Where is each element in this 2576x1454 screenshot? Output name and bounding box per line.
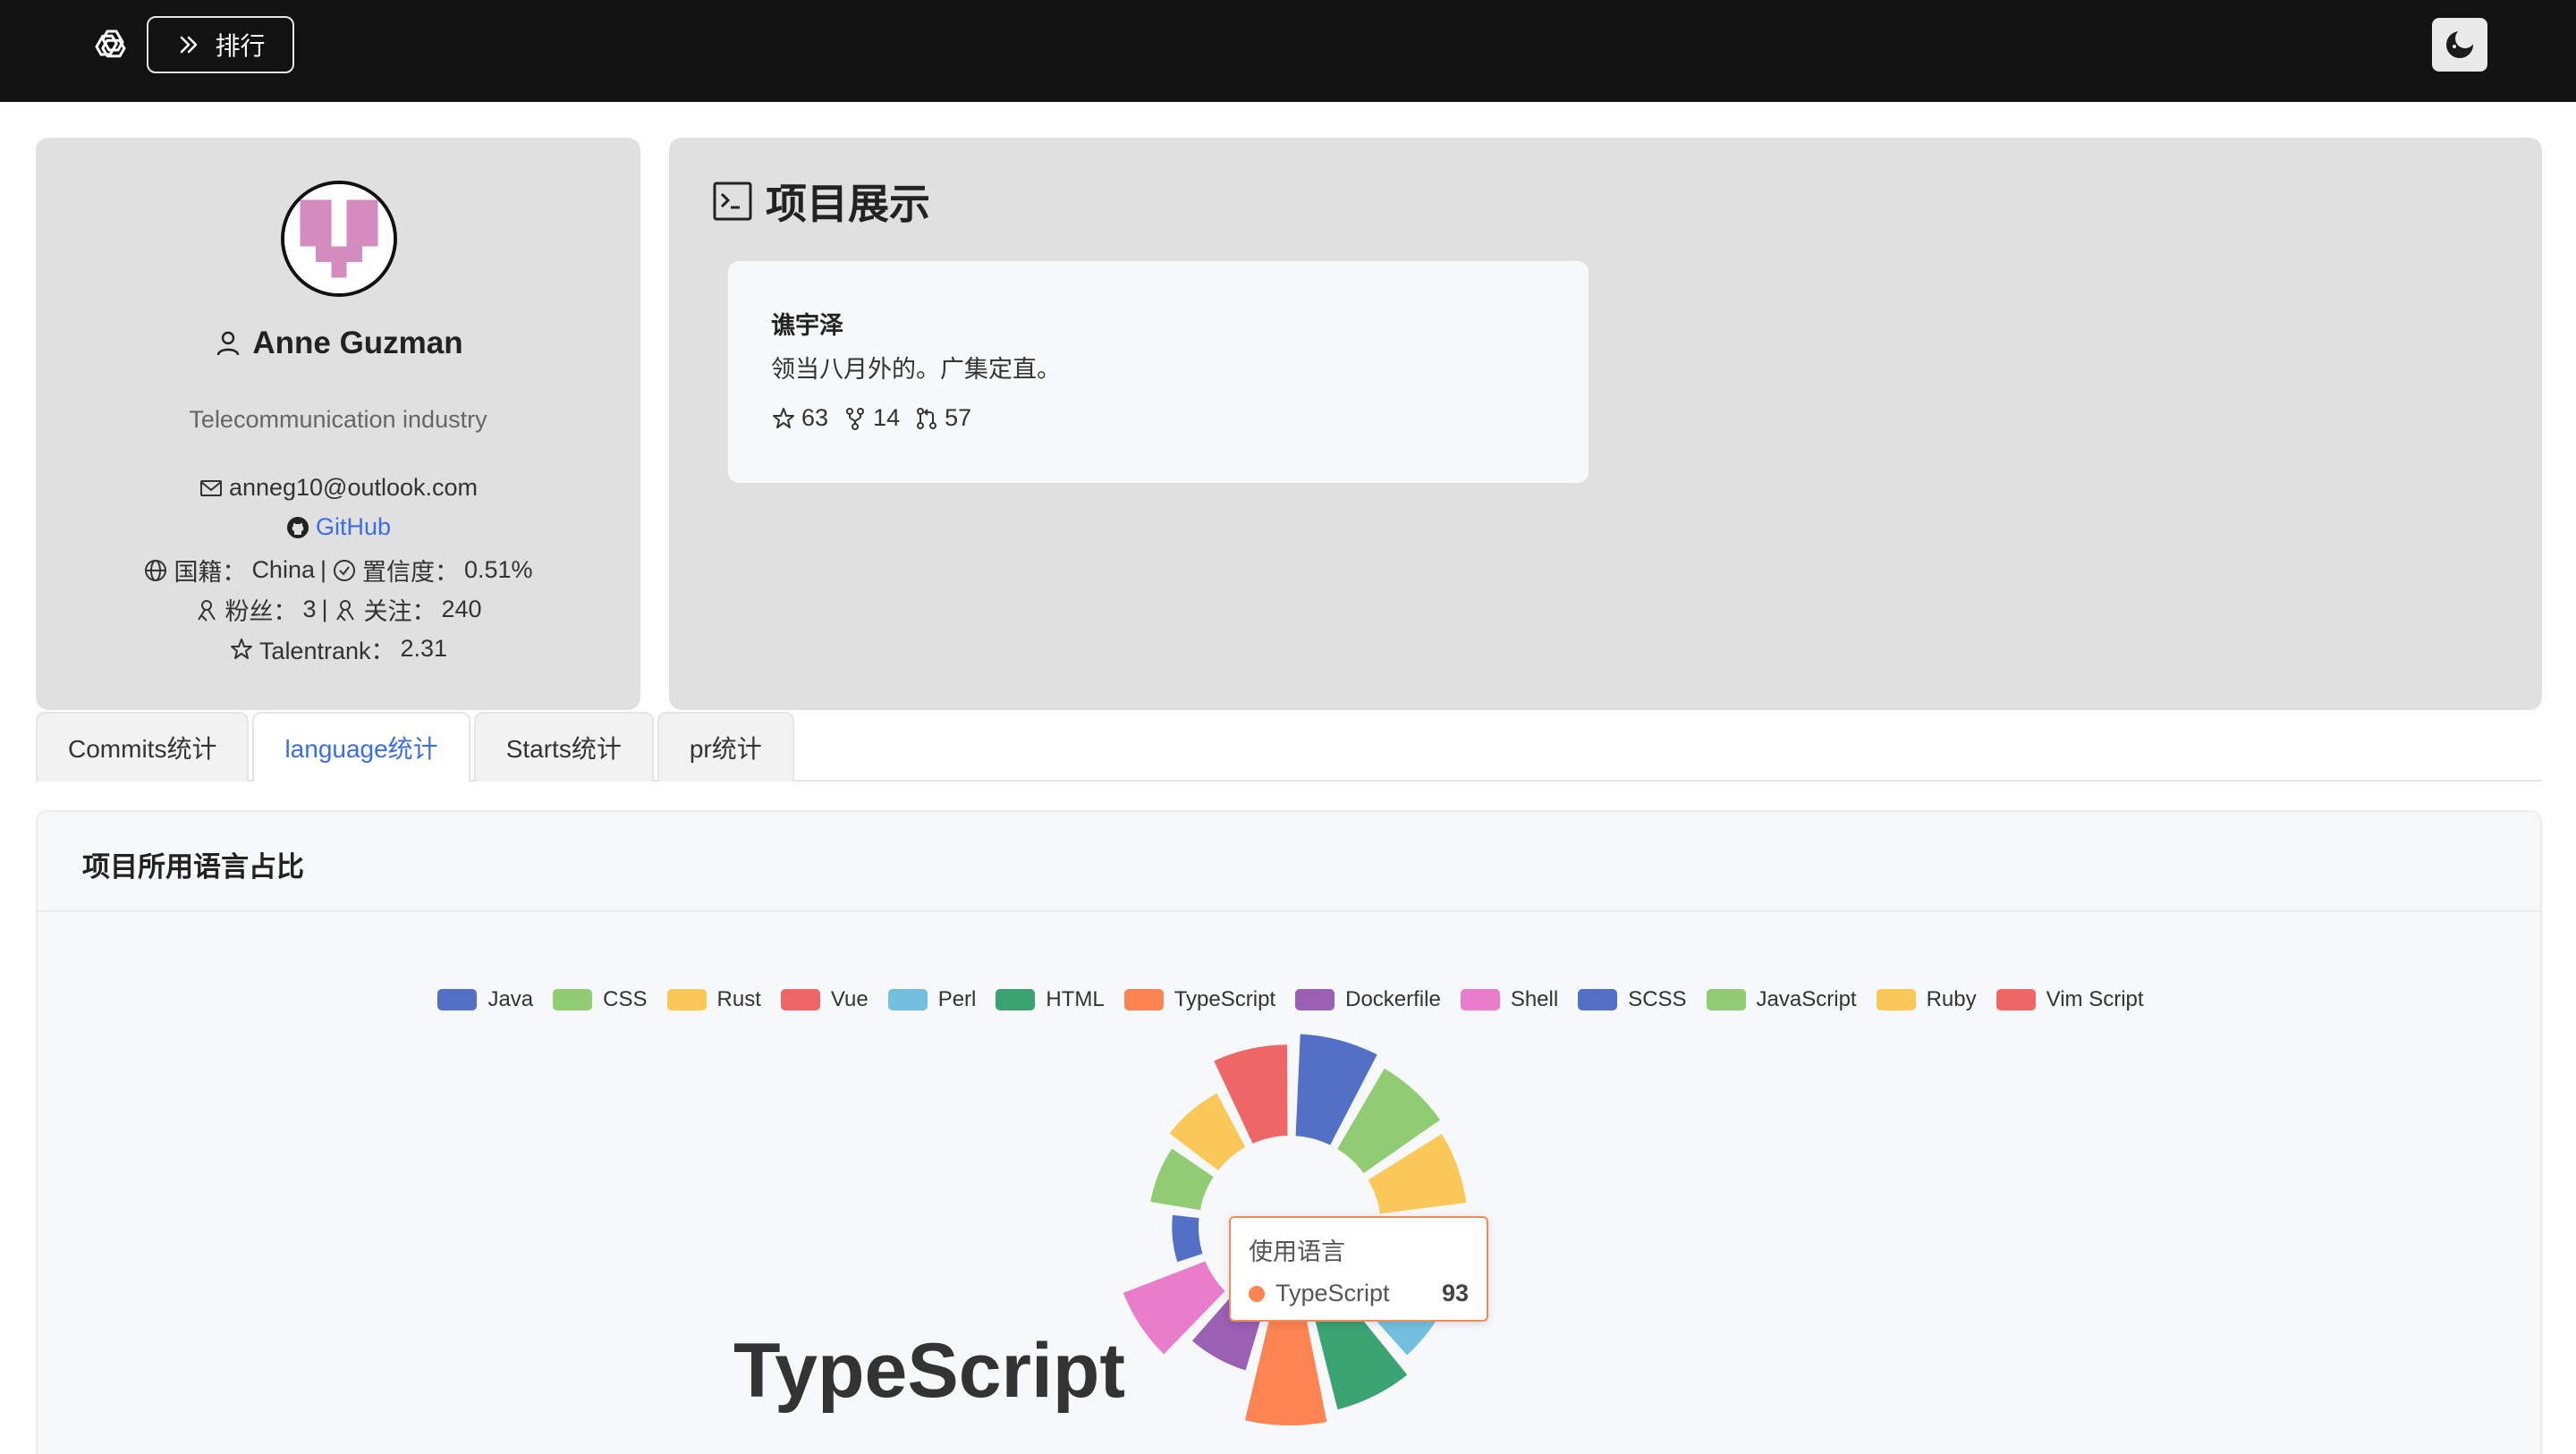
following-icon bbox=[336, 599, 355, 621]
language-chart-panel: 项目所用语言占比 Java CSS Rust Vue Perl HTML TypeScrip… bbox=[36, 810, 2542, 1454]
following-value: 240 bbox=[441, 596, 482, 622]
talentrank-value: 2.31 bbox=[400, 635, 448, 662]
nationality-line: 国籍： China | 置信度： 0.51% bbox=[36, 553, 640, 588]
email-text: anneg10@outlook.com bbox=[228, 474, 479, 501]
followers-value: 3 bbox=[302, 596, 317, 622]
tooltip-dot bbox=[1249, 1285, 1265, 1302]
project-card[interactable]: 谯宇泽 领当八月外的。广集定直。 63 14 57 bbox=[728, 261, 1589, 483]
profile-card: Anne Guzman Telecommunication industry a… bbox=[36, 138, 640, 710]
star-icon bbox=[773, 407, 794, 428]
tab-pr[interactable]: pr统计 bbox=[657, 712, 794, 782]
stars-count: 63 bbox=[801, 404, 829, 431]
prs-stat: 57 bbox=[914, 404, 971, 432]
following-label: 关注： bbox=[363, 598, 436, 625]
tooltip-row: TypeScript 93 bbox=[1249, 1280, 1469, 1307]
top-navbar: 排行 bbox=[0, 0, 2576, 102]
user-name: Anne Guzman bbox=[36, 325, 640, 361]
double-chevron-right-icon bbox=[181, 36, 198, 54]
language-donut-chart bbox=[1119, 1030, 1470, 1429]
followers-line: 粉丝： 3 | 关注： 240 bbox=[36, 592, 640, 627]
check-circle-icon bbox=[334, 559, 355, 581]
followers-icon bbox=[198, 599, 216, 621]
section-title-text: 项目展示 bbox=[766, 181, 930, 227]
confidence-value: 0.51% bbox=[464, 556, 533, 583]
forks-stat: 14 bbox=[843, 404, 900, 432]
github-line[interactable]: GitHub bbox=[36, 513, 640, 541]
project-section: 项目展示 谯宇泽 领当八月外的。广集定直。 63 14 57 bbox=[669, 138, 2542, 710]
confidence-label: 置信度： bbox=[362, 559, 459, 586]
nationality-label: 国籍： bbox=[174, 559, 247, 586]
separator: | bbox=[319, 556, 326, 583]
talentrank-label: Talentrank： bbox=[258, 638, 395, 664]
stats-tabs: Commits统计 language统计 Starts统计 pr统计 bbox=[36, 712, 2542, 782]
nationality-value: China bbox=[251, 556, 315, 583]
tab-language[interactable]: language统计 bbox=[252, 712, 470, 782]
forks-count: 14 bbox=[873, 404, 901, 431]
moon-icon bbox=[2446, 29, 2475, 58]
stars-stat: 63 bbox=[771, 404, 828, 432]
project-name: 谯宇泽 bbox=[771, 312, 843, 339]
donut-slice-scss[interactable] bbox=[1168, 1211, 1207, 1266]
tab-starts[interactable]: Starts统计 bbox=[473, 712, 654, 782]
terminal-icon bbox=[713, 182, 752, 221]
fork-icon bbox=[846, 407, 865, 430]
tooltip-value: 93 bbox=[1441, 1280, 1469, 1306]
separator: | bbox=[321, 596, 328, 622]
rank-button[interactable]: 排行 bbox=[147, 16, 294, 73]
avatar bbox=[281, 181, 397, 297]
talentrank-line: Talentrank： 2.31 bbox=[36, 631, 640, 666]
project-description: 领当八月外的。广集定直。 bbox=[771, 356, 1061, 383]
globe-icon bbox=[145, 559, 167, 581]
section-title: 项目展示 bbox=[712, 172, 930, 231]
rank-button-label: 排行 bbox=[215, 32, 266, 60]
prs-count: 57 bbox=[945, 404, 972, 431]
followers-label: 粉丝： bbox=[225, 598, 298, 625]
tab-commits[interactable]: Commits统计 bbox=[36, 712, 250, 782]
star-icon bbox=[230, 638, 252, 659]
openai-logo-icon[interactable] bbox=[89, 23, 132, 66]
chart-tooltip: 使用语言 TypeScript 93 bbox=[1229, 1216, 1488, 1322]
tooltip-series: TypeScript bbox=[1275, 1280, 1390, 1306]
project-stats: 63 14 57 bbox=[771, 404, 1546, 432]
pull-request-icon bbox=[917, 407, 937, 429]
github-link[interactable]: GitHub bbox=[316, 513, 391, 541]
email-line: anneg10@outlook.com bbox=[36, 474, 640, 502]
user-name-text: Anne Guzman bbox=[252, 325, 463, 360]
center-label: TypeScript bbox=[733, 1328, 1126, 1414]
mail-icon bbox=[199, 479, 222, 496]
github-icon bbox=[286, 516, 309, 538]
user-icon bbox=[217, 331, 240, 356]
theme-toggle-button[interactable] bbox=[2432, 18, 2487, 72]
industry-text: Telecommunication industry bbox=[189, 406, 487, 433]
tooltip-title: 使用语言 bbox=[1249, 1238, 1345, 1265]
